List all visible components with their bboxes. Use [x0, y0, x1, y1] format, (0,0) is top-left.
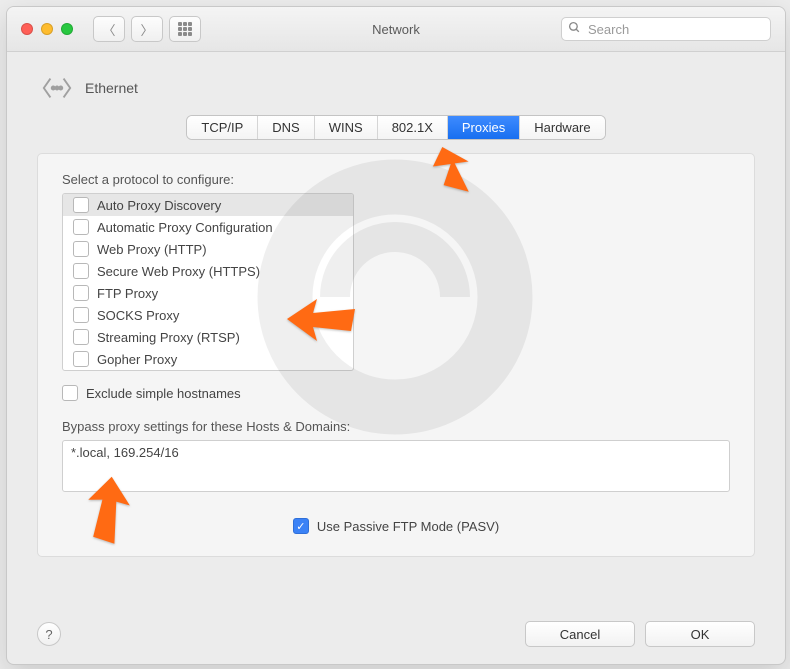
titlebar: 〈 〉 Network [7, 7, 785, 52]
tab-hardware[interactable]: Hardware [520, 116, 604, 139]
show-all-button[interactable] [169, 16, 201, 42]
passive-ftp-label: Use Passive FTP Mode (PASV) [317, 519, 499, 534]
nav-group: 〈 〉 [93, 16, 163, 42]
ethernet-icon [41, 72, 73, 104]
exclude-hostnames-checkbox[interactable] [62, 385, 78, 401]
protocol-checkbox[interactable] [73, 307, 89, 323]
protocol-checkbox[interactable] [73, 263, 89, 279]
search-input[interactable] [586, 21, 764, 38]
protocol-section-label: Select a protocol to configure: [62, 172, 730, 187]
bottom-bar: ? Cancel OK [7, 604, 785, 664]
exclude-hostnames-label: Exclude simple hostnames [86, 386, 241, 401]
chevron-left-icon: 〈 [102, 20, 115, 39]
forward-button[interactable]: 〉 [131, 16, 163, 42]
interface-header: Ethernet [7, 52, 785, 114]
protocol-label: Streaming Proxy (RTSP) [97, 330, 240, 345]
search-icon [568, 21, 581, 37]
protocol-item[interactable]: Secure Web Proxy (HTTPS) [63, 260, 353, 282]
tab-dns[interactable]: DNS [258, 116, 314, 139]
protocol-item[interactable]: Automatic Proxy Configuration [63, 216, 353, 238]
bypass-textarea[interactable]: *.local, 169.254/16 [62, 440, 730, 492]
exclude-hostnames-row: Exclude simple hostnames [62, 385, 730, 401]
traffic-lights [7, 23, 73, 35]
protocol-label: Gopher Proxy [97, 352, 177, 367]
tab-wins[interactable]: WINS [315, 116, 378, 139]
search-field-container[interactable] [561, 17, 771, 41]
network-window: 〈 〉 Network [6, 6, 786, 665]
protocol-list[interactable]: Auto Proxy Discovery Automatic Proxy Conf… [62, 193, 354, 371]
protocol-checkbox[interactable] [73, 285, 89, 301]
interface-label: Ethernet [85, 80, 138, 96]
ok-button[interactable]: OK [645, 621, 755, 647]
tab-proxies[interactable]: Proxies [448, 116, 520, 139]
protocol-label: Auto Proxy Discovery [97, 198, 221, 213]
protocol-label: Automatic Proxy Configuration [97, 220, 273, 235]
zoom-window-button[interactable] [61, 23, 73, 35]
protocol-item[interactable]: Streaming Proxy (RTSP) [63, 326, 353, 348]
protocol-checkbox[interactable] [73, 219, 89, 235]
protocol-item[interactable]: Auto Proxy Discovery [63, 194, 353, 216]
chevron-right-icon: 〉 [140, 20, 153, 39]
tab-802-1x[interactable]: 802.1X [378, 116, 448, 139]
passive-ftp-checkbox[interactable]: ✓ [293, 518, 309, 534]
window-title: Network [372, 22, 420, 37]
protocol-item[interactable]: FTP Proxy [63, 282, 353, 304]
close-window-button[interactable] [21, 23, 33, 35]
protocol-label: Web Proxy (HTTP) [97, 242, 207, 257]
protocol-checkbox[interactable] [73, 329, 89, 345]
protocol-checkbox[interactable] [73, 351, 89, 367]
back-button[interactable]: 〈 [93, 16, 125, 42]
protocol-item[interactable]: Web Proxy (HTTP) [63, 238, 353, 260]
cancel-button[interactable]: Cancel [525, 621, 635, 647]
protocol-label: SOCKS Proxy [97, 308, 179, 323]
proxies-panel: Select a protocol to configure: Auto Pro… [37, 153, 755, 557]
protocol-item[interactable]: SOCKS Proxy [63, 304, 353, 326]
protocol-checkbox[interactable] [73, 241, 89, 257]
passive-ftp-row: ✓ Use Passive FTP Mode (PASV) [62, 518, 730, 534]
bypass-value: *.local, 169.254/16 [71, 445, 179, 460]
protocol-checkbox[interactable] [73, 197, 89, 213]
minimize-window-button[interactable] [41, 23, 53, 35]
tab-tcp-ip[interactable]: TCP/IP [187, 116, 258, 139]
protocol-label: Secure Web Proxy (HTTPS) [97, 264, 260, 279]
protocol-label: FTP Proxy [97, 286, 158, 301]
tab-bar: TCP/IPDNSWINS802.1XProxiesHardware [7, 116, 785, 139]
grid-icon [178, 22, 192, 36]
protocol-item[interactable]: Gopher Proxy [63, 348, 353, 370]
bypass-label: Bypass proxy settings for these Hosts & … [62, 419, 730, 434]
help-button[interactable]: ? [37, 622, 61, 646]
